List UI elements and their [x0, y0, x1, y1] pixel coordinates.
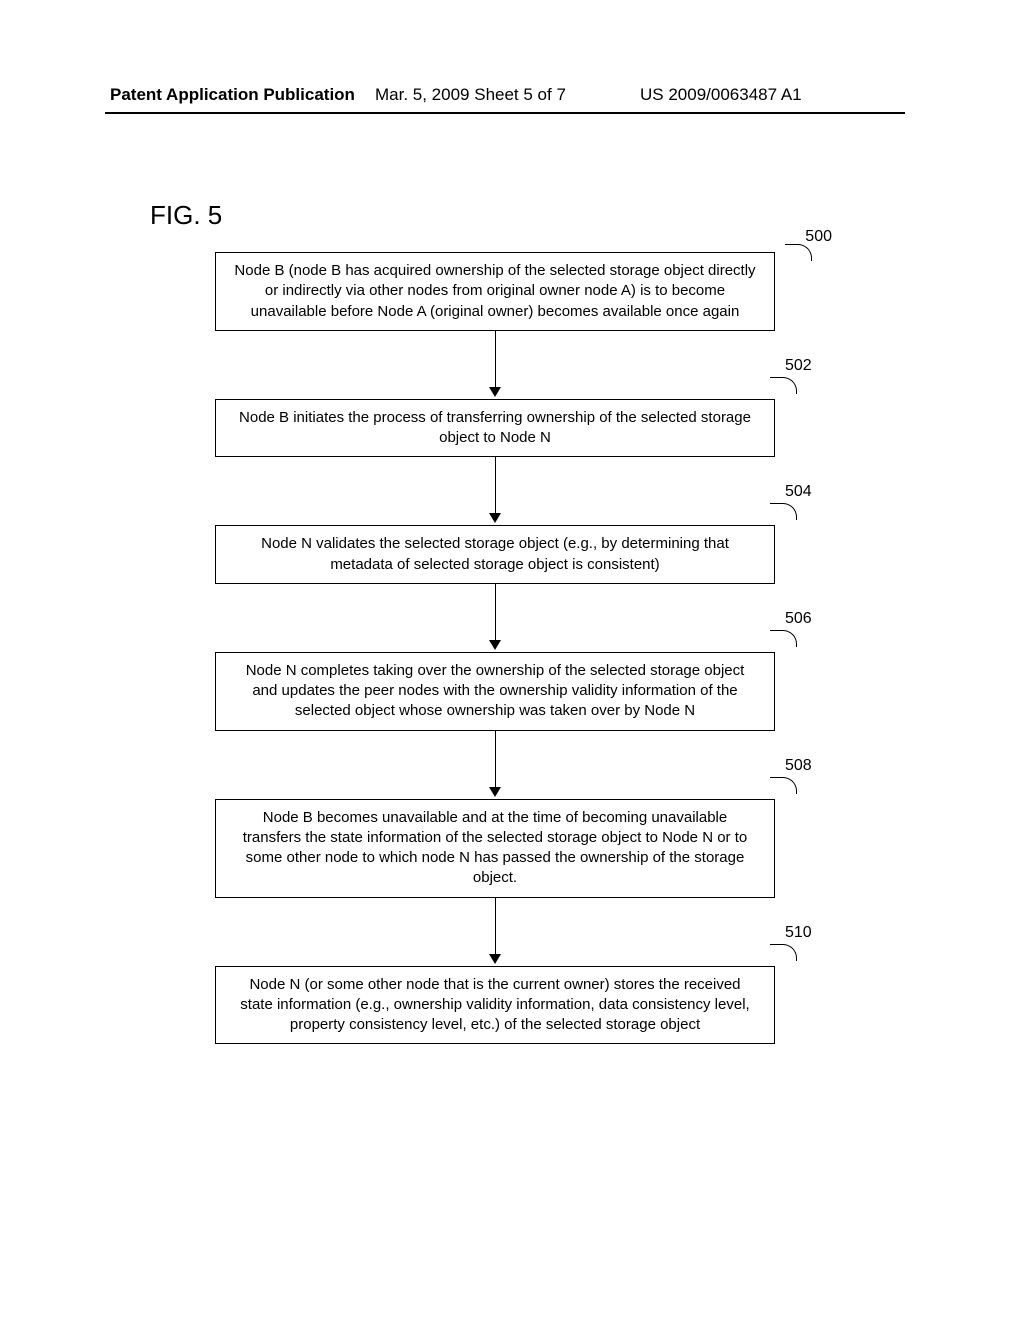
arrow-line-icon: [495, 898, 496, 956]
ref-leader-icon: [770, 377, 797, 394]
connector: 502: [215, 331, 775, 399]
flow-step: Node N (or some other node that is the c…: [215, 966, 775, 1045]
arrow-line-icon: [495, 331, 496, 389]
ref-number: 504: [785, 483, 845, 501]
ref-number: 500: [805, 228, 832, 246]
ref-number: 502: [785, 357, 845, 375]
page: Patent Application Publication Mar. 5, 2…: [0, 0, 1024, 1320]
arrow-down-icon: [489, 787, 501, 797]
flowchart: 500 Node B (node B has acquired ownershi…: [200, 252, 790, 1044]
arrow-down-icon: [489, 387, 501, 397]
arrow-down-icon: [489, 640, 501, 650]
ref-number: 506: [785, 610, 845, 628]
header-date-sheet: Mar. 5, 2009 Sheet 5 of 7: [375, 85, 566, 105]
flow-step: Node N validates the selected storage ob…: [215, 525, 775, 584]
ref-number: 508: [785, 757, 845, 775]
ref-leader-icon: [770, 944, 797, 961]
arrow-down-icon: [489, 513, 501, 523]
connector: 508: [215, 731, 775, 799]
connector: 506: [215, 584, 775, 652]
flow-step: Node B becomes unavailable and at the ti…: [215, 799, 775, 898]
arrow-line-icon: [495, 584, 496, 642]
header-publication-type: Patent Application Publication: [110, 85, 355, 105]
connector: 510: [215, 898, 775, 966]
header-publication-number: US 2009/0063487 A1: [640, 85, 802, 105]
arrow-line-icon: [495, 457, 496, 515]
ref-leader-icon: [770, 503, 797, 520]
flow-step: Node B initiates the process of transfer…: [215, 399, 775, 458]
ref-leader-icon: [770, 630, 797, 647]
ref-leader-icon: [785, 244, 812, 261]
arrow-line-icon: [495, 731, 496, 789]
flow-step: Node B (node B has acquired ownership of…: [215, 252, 775, 331]
figure-label: FIG. 5: [150, 200, 222, 231]
connector: 504: [215, 457, 775, 525]
flow-step: Node N completes taking over the ownersh…: [215, 652, 775, 731]
ref-leader-icon: [770, 777, 797, 794]
arrow-down-icon: [489, 954, 501, 964]
header-rule: [105, 112, 905, 114]
ref-number: 510: [785, 924, 845, 942]
